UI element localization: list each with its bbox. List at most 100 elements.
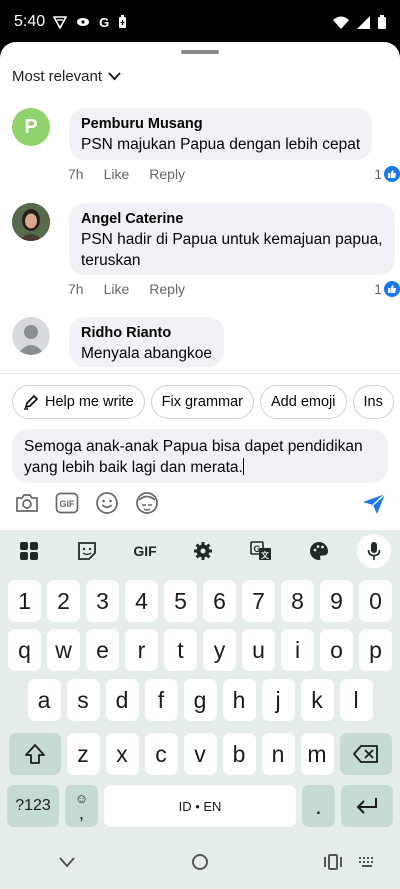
comment-time[interactable]: 7h	[68, 281, 84, 297]
comment-text: Menyala abangkoe	[81, 345, 212, 362]
key-x[interactable]: x	[105, 733, 139, 775]
more-chip[interactable]: Ins	[352, 385, 394, 419]
key-9[interactable]: 9	[320, 580, 353, 622]
status-time: 5:40	[14, 13, 46, 30]
like-count: 1	[374, 281, 382, 297]
key-q[interactable]: q	[8, 629, 41, 671]
on-screen-keyboard: GIF G文 1234567890 qwertyuiop asdfghjkl z…	[0, 530, 400, 889]
key-6[interactable]: 6	[203, 580, 236, 622]
key-v[interactable]: v	[183, 733, 217, 775]
key-u[interactable]: u	[242, 629, 275, 671]
comment-author[interactable]: Ridho Rianto	[81, 323, 212, 343]
comment-time[interactable]: 7h	[68, 166, 84, 182]
key-z[interactable]: z	[66, 733, 100, 775]
microphone-button[interactable]	[357, 534, 391, 568]
emoji-comma-key[interactable]: ☺ ,	[65, 785, 98, 827]
key-t[interactable]: t	[164, 629, 197, 671]
reaction-count[interactable]: 1	[374, 281, 400, 297]
comment-input[interactable]: Semoga anak-anak Papua bisa dapet pendid…	[12, 429, 388, 483]
status-bar: 5:40 G	[0, 0, 400, 44]
reaction-count[interactable]: 1	[374, 166, 400, 182]
translate-icon[interactable]: G文	[241, 534, 281, 568]
key-4[interactable]: 4	[125, 580, 158, 622]
comment-text-line: teruskan	[81, 252, 141, 269]
send-button[interactable]	[362, 493, 386, 520]
fix-grammar-chip[interactable]: Fix grammar	[150, 385, 255, 419]
reply-button[interactable]: Reply	[149, 281, 185, 297]
key-7[interactable]: 7	[242, 580, 275, 622]
comment-author[interactable]: Pemburu Musang	[81, 114, 360, 134]
key-h[interactable]: h	[222, 679, 256, 721]
like-button[interactable]: Like	[104, 281, 130, 297]
chevron-down-icon	[108, 72, 121, 81]
key-2[interactable]: 2	[47, 580, 80, 622]
gif-key[interactable]: GIF	[125, 534, 165, 568]
key-k[interactable]: k	[300, 679, 334, 721]
bottom-row: ?123 ☺ , ID • EN .	[0, 785, 400, 827]
comment-bubble[interactable]: Pemburu Musang PSN majukan Papua dengan …	[69, 108, 373, 160]
avatar[interactable]	[12, 203, 50, 241]
key-1[interactable]: 1	[8, 580, 41, 622]
settings-gear-icon[interactable]	[183, 534, 223, 568]
key-g[interactable]: g	[183, 679, 217, 721]
enter-key[interactable]	[341, 785, 393, 827]
recents-icon[interactable]	[324, 854, 343, 870]
backspace-key[interactable]	[339, 733, 392, 775]
key-m[interactable]: m	[300, 733, 334, 775]
key-0[interactable]: 0	[359, 580, 392, 622]
back-chevron-icon[interactable]	[58, 856, 76, 868]
key-f[interactable]: f	[144, 679, 178, 721]
apps-grid-icon[interactable]	[9, 534, 49, 568]
key-r[interactable]: r	[125, 629, 158, 671]
sheet-drag-handle[interactable]	[181, 50, 219, 54]
key-y[interactable]: y	[203, 629, 236, 671]
key-3[interactable]: 3	[86, 580, 119, 622]
sort-dropdown[interactable]: Most relevant	[12, 68, 121, 85]
key-8[interactable]: 8	[281, 580, 314, 622]
comment-bubble[interactable]: Angel Caterine PSN hadir di Papua untuk …	[69, 203, 395, 275]
period-key[interactable]: .	[302, 785, 335, 827]
letter-row-3: zxcvbnm	[0, 733, 400, 775]
comment-bubble[interactable]: Ridho Rianto Menyala abangkoe	[69, 317, 224, 367]
key-n[interactable]: n	[261, 733, 295, 775]
key-i[interactable]: i	[281, 629, 314, 671]
key-l[interactable]: l	[339, 679, 373, 721]
avatar-sticker-icon[interactable]	[134, 490, 160, 516]
reply-button[interactable]: Reply	[149, 166, 185, 182]
system-nav-bar	[0, 835, 400, 889]
keyboard-switch-icon[interactable]	[358, 856, 376, 868]
backspace-icon	[352, 745, 378, 763]
gif-icon[interactable]: GIF	[54, 490, 80, 516]
help-me-write-chip[interactable]: Help me write	[12, 385, 145, 419]
key-w[interactable]: w	[47, 629, 80, 671]
key-p[interactable]: p	[359, 629, 392, 671]
add-emoji-chip[interactable]: Add emoji	[260, 385, 347, 419]
key-b[interactable]: b	[222, 733, 256, 775]
avatar[interactable]: P	[12, 108, 50, 146]
gif-label: GIF	[133, 543, 157, 559]
home-circle-icon[interactable]	[191, 853, 209, 871]
key-s[interactable]: s	[66, 679, 100, 721]
emoji-icon[interactable]	[94, 490, 120, 516]
avatar[interactable]	[12, 317, 50, 355]
like-button[interactable]: Like	[104, 166, 130, 182]
send-icon	[363, 493, 386, 514]
key-c[interactable]: c	[144, 733, 178, 775]
key-e[interactable]: e	[86, 629, 119, 671]
shift-key[interactable]	[8, 733, 61, 775]
key-o[interactable]: o	[320, 629, 353, 671]
number-row: 1234567890	[0, 580, 400, 622]
space-bar[interactable]: ID • EN	[104, 785, 296, 827]
key-a[interactable]: a	[27, 679, 61, 721]
camera-icon[interactable]	[14, 490, 40, 516]
wifi-icon	[333, 16, 349, 29]
key-5[interactable]: 5	[164, 580, 197, 622]
theme-palette-icon[interactable]	[299, 534, 339, 568]
comment-author[interactable]: Angel Caterine	[81, 209, 383, 229]
comment-text: PSN majukan Papua dengan lebih cepat	[81, 136, 361, 153]
symbols-key[interactable]: ?123	[7, 785, 59, 827]
key-d[interactable]: d	[105, 679, 139, 721]
key-j[interactable]: j	[261, 679, 295, 721]
sticker-icon[interactable]	[67, 534, 107, 568]
thumbs-up-icon	[384, 281, 400, 297]
